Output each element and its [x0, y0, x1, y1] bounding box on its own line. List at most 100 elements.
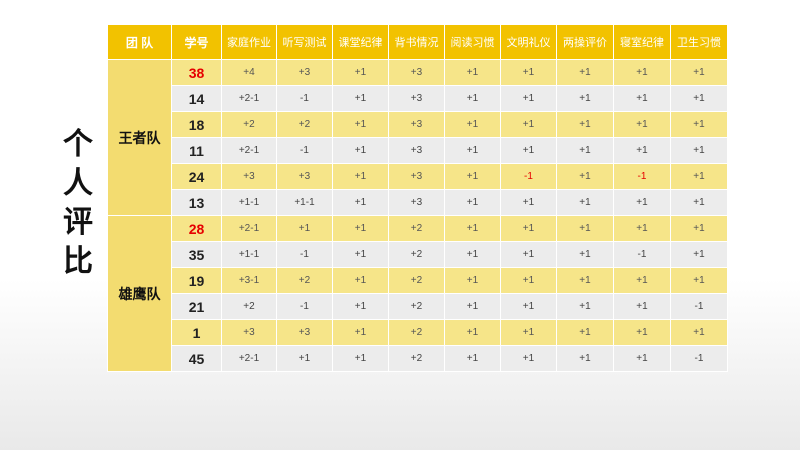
- score-cell: +1: [500, 189, 557, 216]
- score-cell: +1: [556, 215, 614, 242]
- score-cell: +1: [444, 137, 501, 164]
- score-cell: +1: [670, 241, 728, 268]
- score-cell: +1: [613, 215, 671, 242]
- score-cell: +1: [500, 59, 557, 86]
- student-id-cell: 28: [171, 215, 222, 242]
- score-cell: +1: [500, 241, 557, 268]
- score-cell: +1: [332, 267, 389, 294]
- score-cell: +1: [276, 345, 333, 372]
- score-cell: +2: [388, 241, 445, 268]
- score-cell: +1: [444, 345, 501, 372]
- student-id-cell: 38: [171, 59, 222, 86]
- score-cell: +2: [388, 267, 445, 294]
- score-cell: +1: [500, 111, 557, 138]
- score-cell: +1: [556, 189, 614, 216]
- score-cell: +3: [276, 59, 333, 86]
- student-id-cell: 1: [171, 319, 222, 346]
- score-cell: +1: [444, 215, 501, 242]
- score-cell: +1: [332, 215, 389, 242]
- score-cell: +2: [388, 215, 445, 242]
- side-title: 个 人 评 比: [58, 130, 98, 286]
- table-row: 19 +3-1 +2 +1 +2 +1 +1 +1 +1 +1: [108, 267, 728, 294]
- score-cell: +1: [444, 163, 501, 190]
- student-id-cell: 14: [171, 85, 222, 112]
- student-id-cell: 24: [171, 163, 222, 190]
- table-row: 13 +1-1 +1-1 +1 +3 +1 +1 +1 +1 +1: [108, 189, 728, 216]
- score-table: 团 队 学号 家庭作业 听写测试 课堂纪律 背书情况 阅读习惯 文明礼仪 两操评…: [107, 24, 728, 372]
- score-cell: +1: [556, 345, 614, 372]
- header-dorm-discipline: 寝室纪律: [613, 24, 671, 60]
- student-id-cell: 18: [171, 111, 222, 138]
- score-cell: +1: [613, 59, 671, 86]
- score-cell: +1: [613, 111, 671, 138]
- score-cell: +1: [444, 267, 501, 294]
- table-row: 24 +3 +3 +1 +3 +1 -1 +1 -1 +1: [108, 163, 728, 190]
- header-row: 团 队 学号 家庭作业 听写测试 课堂纪律 背书情况 阅读习惯 文明礼仪 两操评…: [107, 24, 728, 60]
- score-cell: +1-1: [221, 241, 277, 268]
- student-id-cell: 19: [171, 267, 222, 294]
- score-cell: +1: [670, 163, 728, 190]
- score-cell: -1: [276, 293, 333, 320]
- student-id-cell: 21: [171, 293, 222, 320]
- score-cell: +2: [388, 345, 445, 372]
- score-cell: +1: [444, 111, 501, 138]
- score-cell: +1: [332, 59, 389, 86]
- score-cell: +1: [556, 267, 614, 294]
- score-cell: +1: [332, 241, 389, 268]
- table-row: 11 +2-1 -1 +1 +3 +1 +1 +1 +1 +1: [108, 137, 728, 164]
- score-cell: +3: [388, 111, 445, 138]
- score-cell: +1: [332, 85, 389, 112]
- score-cell: +1: [556, 85, 614, 112]
- score-cell: +1: [276, 215, 333, 242]
- score-cell: -1: [613, 241, 671, 268]
- score-cell: +1: [500, 345, 557, 372]
- score-cell: +1: [332, 189, 389, 216]
- score-cell: +2-1: [221, 345, 277, 372]
- score-cell: +2: [221, 111, 277, 138]
- score-cell: +1: [444, 241, 501, 268]
- score-cell: +3: [388, 85, 445, 112]
- score-cell: +3: [388, 59, 445, 86]
- score-cell: +2: [388, 293, 445, 320]
- score-cell: +1: [500, 319, 557, 346]
- score-cell: +3: [388, 189, 445, 216]
- student-id-cell: 35: [171, 241, 222, 268]
- score-cell: +3: [221, 163, 277, 190]
- score-cell: +1: [670, 137, 728, 164]
- header-hygiene: 卫生习惯: [670, 24, 728, 60]
- score-cell: +1: [332, 293, 389, 320]
- score-cell: +1: [613, 189, 671, 216]
- score-cell: +1: [670, 59, 728, 86]
- header-class-discipline: 课堂纪律: [332, 24, 389, 60]
- score-cell: +1: [556, 241, 614, 268]
- score-cell: +1: [613, 293, 671, 320]
- score-cell: -1: [613, 163, 671, 190]
- score-cell: -1: [276, 137, 333, 164]
- table-row: 35 +1-1 -1 +1 +2 +1 +1 +1 -1 +1: [108, 241, 728, 268]
- table-row: 1 +3 +3 +1 +2 +1 +1 +1 +1 +1: [108, 319, 728, 346]
- score-cell: +3: [221, 319, 277, 346]
- score-cell: +1-1: [276, 189, 333, 216]
- score-cell: +1: [556, 163, 614, 190]
- score-table-body: 王者队 38 +4 +3 +1 +3 +1 +1 +1 +1 +1 14 +2-1 -1 +1 +3 +1 +1 +…: [107, 59, 728, 372]
- score-cell: +1: [500, 137, 557, 164]
- score-cell: +2: [388, 319, 445, 346]
- header-dictation: 听写测试: [276, 24, 333, 60]
- table-row: 雄鹰队 28 +2-1 +1 +1 +2 +1 +1 +1 +1 +1: [107, 215, 728, 372]
- header-team: 团 队: [107, 24, 172, 60]
- score-cell: +1: [500, 215, 557, 242]
- score-cell: +1: [670, 267, 728, 294]
- score-cell: +3: [388, 163, 445, 190]
- table-row: 18 +2 +2 +1 +3 +1 +1 +1 +1 +1: [108, 111, 728, 138]
- student-id-cell: 13: [171, 189, 222, 216]
- score-cell: +1: [444, 319, 501, 346]
- score-cell: +1: [613, 85, 671, 112]
- table-row: 21 +2 -1 +1 +2 +1 +1 +1 +1 -1: [108, 293, 728, 320]
- side-title-char: 个: [63, 127, 93, 162]
- score-cell: -1: [670, 345, 728, 372]
- score-cell: +1: [556, 293, 614, 320]
- score-cell: +4: [221, 59, 277, 86]
- score-cell: -1: [276, 241, 333, 268]
- score-cell: +1: [556, 319, 614, 346]
- score-cell: +3: [276, 319, 333, 346]
